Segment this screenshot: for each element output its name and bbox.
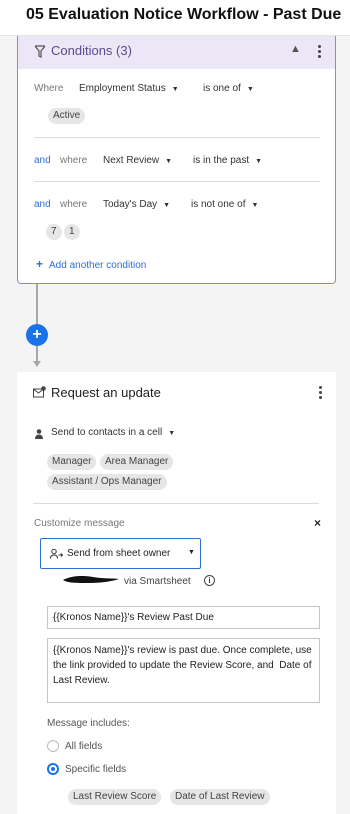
chevron-up-icon[interactable]: ▲ (290, 43, 301, 55)
condition-field: Employment Status (79, 83, 166, 94)
send-from-label: Send from sheet owner (67, 548, 171, 559)
close-icon[interactable]: × (314, 516, 321, 530)
recipient-chip[interactable]: Manager (47, 454, 97, 470)
kebab-icon[interactable] (314, 44, 324, 60)
sender-icon (50, 549, 63, 559)
dropdown-caret-icon: ▼ (255, 158, 263, 165)
arrow-down-icon (33, 361, 41, 367)
send-from-dropdown[interactable]: Send from sheet owner ▼ (40, 538, 201, 569)
conditions-block: Conditions (3) ▲ Where Employment Status… (17, 36, 336, 284)
subject-input[interactable] (47, 606, 320, 629)
all-fields-radio[interactable] (47, 740, 59, 752)
condition-operator-select[interactable]: is not one of ▼ (191, 199, 258, 210)
workflow-title: 05 Evaluation Notice Workflow - Past Due (26, 6, 342, 23)
funnel-icon (35, 45, 45, 58)
add-condition-link[interactable]: + Add another condition (36, 257, 146, 271)
condition-value-chip[interactable]: 1 (64, 224, 80, 240)
conditions-title: Conditions (3) (51, 43, 132, 58)
request-update-icon (33, 386, 46, 398)
condition-connector-and[interactable]: and (34, 155, 51, 166)
person-icon (35, 429, 43, 439)
condition-field: Today's Day (103, 199, 158, 210)
request-title: Request an update (51, 385, 161, 400)
condition-operator: is in the past (193, 155, 250, 166)
dropdown-caret-icon: ▼ (188, 549, 195, 556)
dropdown-caret-icon: ▼ (246, 86, 254, 93)
request-update-block: Request an update Send to contacts in a … (17, 372, 336, 814)
flow-connector-line (36, 284, 38, 324)
condition-operator: is not one of (191, 199, 246, 210)
condition-operator: is one of (203, 83, 241, 94)
customize-message-label: Customize message (34, 518, 125, 529)
condition-connector-and[interactable]: and (34, 199, 51, 210)
kebab-icon[interactable] (315, 385, 325, 401)
condition-connector: Where (34, 83, 64, 94)
condition-operator-select[interactable]: is one of ▼ (203, 83, 254, 94)
divider (34, 181, 320, 182)
send-to-select[interactable]: Send to contacts in a cell ▼ (51, 427, 175, 438)
divider (34, 137, 320, 138)
condition-field-select[interactable]: Employment Status ▼ (79, 83, 179, 94)
dropdown-caret-icon: ▼ (171, 86, 179, 93)
condition-value-chip[interactable]: 7 (46, 224, 62, 240)
specific-fields-radio[interactable] (47, 763, 59, 775)
via-smartsheet-label: via Smartsheet (124, 576, 191, 587)
recipient-chip[interactable]: Area Manager (100, 454, 174, 470)
send-to-label: Send to contacts in a cell (51, 427, 163, 438)
field-chip[interactable]: Last Review Score (68, 789, 162, 805)
all-fields-label[interactable]: All fields (65, 741, 102, 752)
info-icon[interactable]: i (204, 575, 215, 586)
divider (33, 503, 319, 504)
field-chip[interactable]: Date of Last Review (170, 789, 270, 805)
condition-operator-select[interactable]: is in the past ▼ (193, 155, 262, 166)
condition-field-select[interactable]: Next Review ▼ (103, 155, 172, 166)
condition-connector-where: where (60, 199, 88, 210)
add-step-button[interactable]: + (26, 324, 48, 346)
dropdown-caret-icon: ▼ (163, 202, 171, 209)
condition-field-select[interactable]: Today's Day ▼ (103, 199, 170, 210)
add-condition-label: Add another condition (49, 260, 147, 271)
redacted-name (63, 576, 119, 583)
message-includes-label: Message includes: (47, 718, 130, 729)
top-bar: 05 Evaluation Notice Workflow - Past Due (0, 0, 350, 36)
conditions-header[interactable]: Conditions (3) ▲ (18, 36, 335, 69)
condition-connector-where: where (60, 155, 88, 166)
specific-fields-label[interactable]: Specific fields (65, 764, 126, 775)
recipient-chip[interactable]: Assistant / Ops Manager (47, 474, 167, 490)
dropdown-caret-icon: ▼ (165, 158, 173, 165)
condition-value-chip[interactable]: Active (48, 108, 86, 124)
dropdown-caret-icon: ▼ (251, 202, 259, 209)
plus-icon: + (36, 257, 44, 271)
flow-connector-line (36, 346, 38, 361)
message-body-textarea[interactable]: {{Kronos Name}}'s review is past due. On… (47, 638, 320, 703)
condition-field: Next Review (103, 155, 160, 166)
dropdown-caret-icon: ▼ (168, 430, 176, 437)
